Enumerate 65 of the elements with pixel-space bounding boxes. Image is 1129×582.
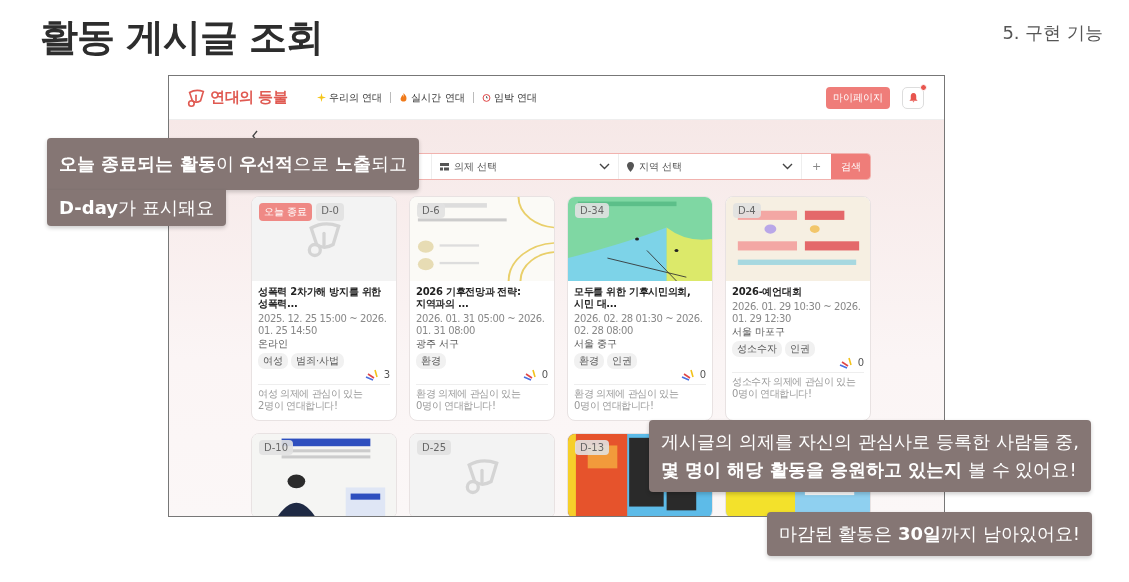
- card-footer-text: 환경 의제에 관심이 있는 0명이 연대합니다!: [416, 384, 548, 412]
- cheer-stripes-icon: [522, 369, 537, 381]
- card-footer-text: 성소수자 의제에 관심이 있는 0명이 연대합니다!: [732, 372, 864, 400]
- cheer-stripes-icon: [838, 357, 853, 369]
- slide-title: 활동 게시글 조회: [40, 14, 324, 61]
- activity-card[interactable]: D-34 모두를 위한 기후시민의회, 시민 대... 2026. 02. 28 01:30 ~ 2026. 02. 28 08:00 서울 중구 환경 인권 0 환경 의제에 관심이 있는 0명이 연대합니다!: [567, 196, 713, 421]
- card-title: 성폭력 2차가해 방지를 위한 성폭력...: [258, 286, 382, 310]
- list-icon: [440, 162, 449, 171]
- card-title: 2026 기후전망과 전략: 지역과의 ...: [416, 286, 522, 310]
- d-day-badge: D-0: [316, 203, 344, 221]
- dropdown-field[interactable]: 의제 선택: [432, 154, 619, 179]
- ends-today-badge: 오늘 종료: [259, 203, 313, 221]
- nav-link[interactable]: 실시간 연대: [390, 92, 473, 103]
- card-location: 광주 서구: [416, 338, 461, 350]
- d-day-badge: D-6: [417, 203, 445, 218]
- logo-text: 연대의 등불: [210, 88, 288, 107]
- section-label: 5. 구현 기능: [1002, 21, 1103, 45]
- topic-tag: 환경: [574, 353, 604, 369]
- activity-card[interactable]: 오늘 종료 D-0 성폭력 2차가해 방지를 위한 성폭력... 2025. 12. 25 15:00 ~ 2026. 01. 25 14:50 온라인 여성 범죄·사법 3 여성 의제에 관심이 있는 2명이 연대합니다!: [251, 196, 397, 421]
- card-location: 온라인: [258, 338, 289, 350]
- cheer-count: 0: [857, 357, 864, 369]
- card-title: 모두를 위한 기후시민의회, 시민 대...: [574, 286, 692, 310]
- card-footer-text: 환경 의제에 관심이 있는 0명이 연대합니다!: [574, 384, 706, 412]
- card-period: 2026. 02. 28 01:30 ~ 2026. 02. 28 08:00: [574, 313, 704, 337]
- d-day-badge: D-25: [417, 440, 452, 455]
- card-location: 서울 중구: [574, 338, 619, 350]
- notification-button[interactable]: [902, 86, 924, 109]
- annotation-tooltip: 마감된 활동은 30일까지 남아있어요!: [766, 512, 1092, 556]
- d-day-badge: D-4: [733, 203, 761, 218]
- d-day-badge: D-10: [259, 440, 294, 455]
- d-day-badge: D-34: [575, 203, 610, 218]
- cheer-count: 3: [383, 369, 390, 381]
- chevron-down-icon: [782, 163, 793, 170]
- activity-card[interactable]: D-10: [251, 433, 397, 516]
- activity-card[interactable]: D-6 2026 기후전망과 전략: 지역과의 ... 2026. 01. 31 05:00 ~ 2026. 01. 31 08:00 광주 서구 환경 0 환경 의제에 관심이 있는 0명이 연대합니다!: [409, 196, 555, 421]
- activity-card[interactable]: D-25: [409, 433, 555, 516]
- cheer-count: 0: [699, 369, 706, 381]
- chevron-down-icon: [599, 163, 610, 170]
- card-period: 2026. 01. 29 10:30 ~ 2026. 01. 29 12:30: [732, 301, 862, 325]
- nav-link[interactable]: 임박 연대: [472, 92, 545, 103]
- topic-tag: 인권: [607, 353, 637, 369]
- cheer-stripes-icon: [680, 369, 695, 381]
- bell-icon: [907, 92, 919, 103]
- card-footer-text: 여성 의제에 관심이 있는 2명이 연대합니다!: [258, 384, 390, 412]
- activity-card[interactable]: D-4 2026-예언대회 2026. 01. 29 10:30 ~ 2026. 01. 29 12:30 서울 마포구 성소수자 인권 0 성소수자 의제에 관심이 있는 0명이 연대합니다!: [725, 196, 871, 421]
- topic-tag: 여성: [258, 353, 288, 369]
- fire-icon: [399, 93, 409, 102]
- topic-tag: 환경: [416, 353, 446, 369]
- topic-tag: 인권: [785, 341, 815, 357]
- annotation-tooltip: 오늘 종료되는 활동이 우선적으로 노출되고: [47, 138, 419, 190]
- topic-tag: 성소수자: [732, 341, 782, 357]
- card-period: 2025. 12. 25 15:00 ~ 2026. 01. 25 14:50: [258, 313, 388, 337]
- topic-tag: 범죄·사법: [291, 353, 345, 369]
- annotation-tooltip: D-day가 표시돼요: [47, 190, 226, 226]
- location-pin-icon: [627, 161, 634, 172]
- d-day-badge: D-13: [575, 440, 610, 455]
- cheer-stripes-icon: [364, 369, 379, 381]
- alarm-clock-icon: [481, 93, 491, 102]
- card-period: 2026. 01. 31 05:00 ~ 2026. 01. 31 08:00: [416, 313, 546, 337]
- annotation-tooltip: 게시글의 의제를 자신의 관심사로 등록한 사람들 중, 몇 명이 해당 활동을 응원하고 있는지 볼 수 있어요!: [648, 420, 1091, 492]
- sparkle-icon: [317, 93, 327, 102]
- card-location: 서울 마포구: [732, 326, 787, 338]
- cheer-count: 0: [541, 369, 548, 381]
- card-title: 2026-예언대회: [732, 286, 803, 298]
- nav-link[interactable]: 우리의 연대: [309, 92, 391, 103]
